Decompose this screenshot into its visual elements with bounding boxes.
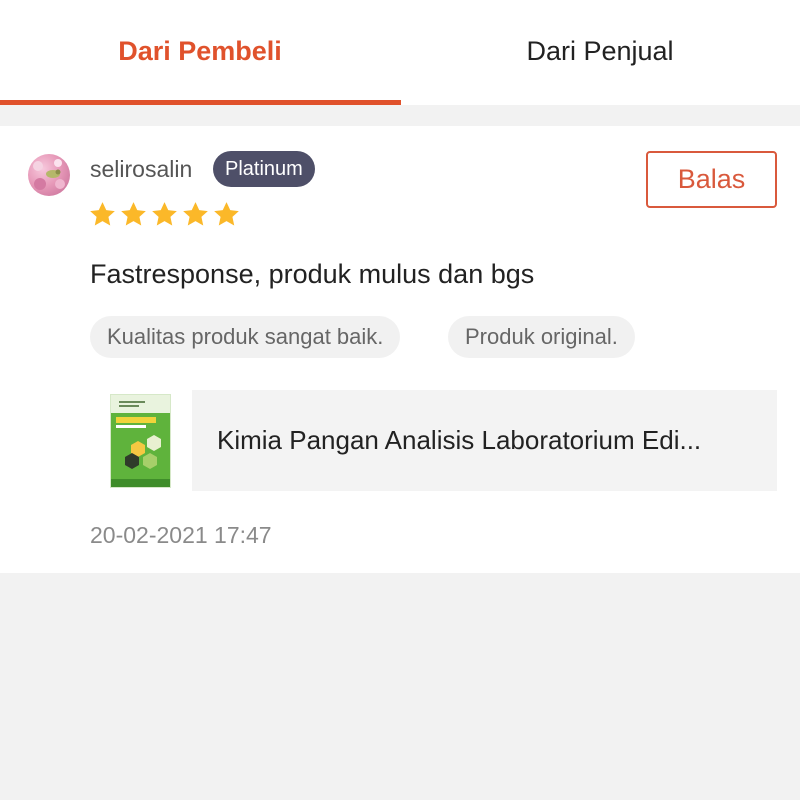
product-info-bar[interactable]: Kimia Pangan Analisis Laboratorium Edi..… [192,390,777,491]
review-timestamp: 20-02-2021 17:47 [90,522,272,548]
star-icon [152,202,177,226]
star-icon [214,202,239,226]
review-tag: Kualitas produk sangat baik. [90,316,401,358]
star-icon [121,202,146,226]
tab-dari-pembeli[interactable]: Dari Pembeli [0,0,400,105]
book-cover-thumbnail[interactable] [110,394,171,488]
reply-button[interactable]: Balas [646,151,777,208]
star-icon [90,202,115,226]
active-tab-indicator [0,100,401,105]
tab-bar: Dari Pembeli Dari Penjual [0,0,800,105]
product-title[interactable]: Kimia Pangan Analisis Laboratorium Edi..… [217,423,757,457]
rating-stars [88,200,241,229]
membership-badge: Platinum [213,151,315,187]
review-tag: Produk original. [448,316,635,358]
review-text: Fastresponse, produk mulus dan bgs [90,259,535,289]
username[interactable]: selirosalin [90,154,192,184]
review-card: selirosalin Platinum Balas Fastresponse,… [0,126,800,573]
avatar[interactable] [28,154,70,196]
product-link[interactable]: Kimia Pangan Analisis Laboratorium Edi..… [90,390,777,491]
tab-dari-penjual[interactable]: Dari Penjual [400,0,800,105]
star-icon [183,202,208,226]
